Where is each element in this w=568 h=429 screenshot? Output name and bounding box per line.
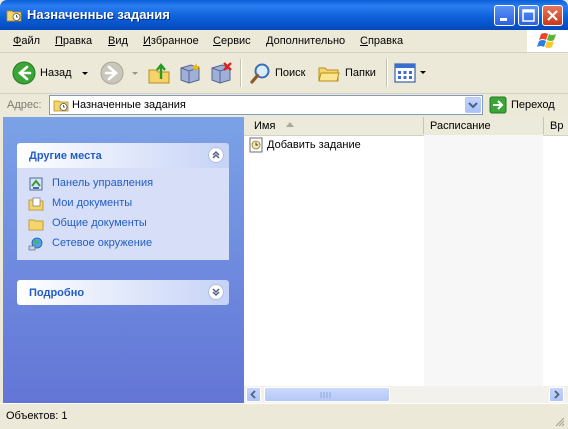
back-dropdown-icon bbox=[82, 72, 88, 75]
go-label: Переход bbox=[511, 99, 555, 111]
chevron-right-icon bbox=[554, 390, 560, 399]
other-places-title: Другие места bbox=[29, 150, 102, 162]
control-panel-icon bbox=[29, 177, 43, 191]
explorer-window: Назначенные задания Файл Правка Вид Избр… bbox=[0, 0, 568, 429]
details-title: Подробно bbox=[29, 287, 85, 299]
windows-flag-icon bbox=[537, 33, 556, 48]
status-bar: Объектов: 1 bbox=[0, 403, 568, 429]
menu-advanced[interactable]: Дополнительно bbox=[266, 35, 345, 47]
menu-view[interactable]: Вид bbox=[108, 35, 128, 47]
horizontal-scrollbar[interactable] bbox=[244, 386, 568, 403]
link-label: Сетевое окружение bbox=[52, 237, 153, 249]
toolbar-separator bbox=[240, 59, 242, 87]
status-text: Объектов: 1 bbox=[6, 410, 68, 422]
folders-label: Папки bbox=[345, 67, 376, 79]
maximize-icon bbox=[522, 9, 535, 22]
address-bar: Адрес: Назначенные задания Переход bbox=[0, 94, 568, 117]
scheduled-tasks-folder-icon bbox=[6, 10, 22, 22]
address-dropdown-button[interactable] bbox=[465, 97, 481, 113]
toolbar-separator bbox=[386, 59, 388, 87]
search-label: Поиск bbox=[275, 67, 306, 79]
link-network-places[interactable]: Сетевое окружение bbox=[17, 234, 229, 254]
back-arrow-icon bbox=[12, 61, 36, 85]
title-bar[interactable]: Назначенные задания bbox=[0, 0, 568, 30]
expand-button[interactable] bbox=[208, 284, 224, 300]
forward-dropdown-icon bbox=[132, 72, 138, 75]
menu-file[interactable]: Файл bbox=[13, 35, 40, 47]
folders-button[interactable]: Папки bbox=[315, 59, 381, 87]
address-label: Адрес: bbox=[7, 99, 42, 111]
new-task-button[interactable] bbox=[178, 61, 202, 85]
maximize-button[interactable] bbox=[518, 5, 539, 26]
link-my-documents[interactable]: Мои документы bbox=[17, 194, 229, 214]
list-item-label: Добавить задание bbox=[267, 139, 361, 151]
task-pane: Другие места Панель управления Мои докум… bbox=[3, 117, 244, 403]
menu-tools[interactable]: Сервис bbox=[213, 35, 251, 47]
close-button[interactable] bbox=[542, 5, 563, 26]
address-value: Назначенные задания bbox=[72, 99, 186, 111]
scroll-right-button[interactable] bbox=[549, 387, 564, 402]
delete-button[interactable] bbox=[209, 61, 233, 85]
content-area: Другие места Панель управления Мои докум… bbox=[3, 117, 568, 403]
menu-edit[interactable]: Правка bbox=[55, 35, 92, 47]
network-icon bbox=[28, 237, 43, 251]
column-header-row: Имя Расписание Вр bbox=[244, 117, 568, 136]
scrollbar-thumb[interactable] bbox=[264, 387, 390, 402]
search-button[interactable]: Поиск bbox=[247, 59, 309, 87]
delete-icon bbox=[211, 62, 232, 84]
standard-toolbar: Назад Поиск Папки bbox=[0, 53, 568, 94]
chevron-left-icon bbox=[250, 390, 256, 399]
my-documents-icon bbox=[28, 197, 44, 211]
grip-lines-icon bbox=[320, 392, 331, 398]
minimize-icon bbox=[500, 18, 507, 21]
other-places-header[interactable]: Другие места bbox=[17, 143, 229, 168]
menu-favorites[interactable]: Избранное bbox=[143, 35, 199, 47]
search-icon bbox=[250, 63, 270, 84]
folder-icon bbox=[28, 219, 44, 231]
resize-grip-icon[interactable] bbox=[553, 415, 565, 427]
column-header-schedule[interactable]: Расписание bbox=[424, 117, 544, 134]
chevron-down-icon bbox=[468, 102, 478, 109]
forward-button[interactable] bbox=[98, 59, 140, 87]
link-control-panel[interactable]: Панель управления bbox=[17, 174, 229, 194]
other-places-body: Панель управления Мои документы Общие до… bbox=[17, 168, 229, 260]
column-header-time[interactable]: Вр bbox=[544, 117, 568, 134]
add-task-icon bbox=[249, 137, 263, 153]
views-dropdown-icon bbox=[420, 71, 426, 74]
other-places-panel: Другие места Панель управления Мои докум… bbox=[17, 143, 229, 260]
up-folder-icon bbox=[148, 63, 170, 84]
scheduled-tasks-folder-icon bbox=[53, 100, 69, 112]
link-label: Панель управления bbox=[52, 177, 154, 189]
chevron-up-icon bbox=[212, 150, 220, 159]
collapse-button[interactable] bbox=[208, 147, 224, 163]
go-button[interactable]: Переход bbox=[488, 95, 564, 115]
column-header-name[interactable]: Имя bbox=[244, 117, 424, 134]
folders-icon bbox=[318, 67, 340, 82]
link-label: Мои документы bbox=[52, 197, 133, 209]
close-icon bbox=[547, 10, 558, 21]
link-shared-documents[interactable]: Общие документы bbox=[17, 214, 229, 234]
go-arrow-icon bbox=[489, 96, 507, 114]
details-header[interactable]: Подробно bbox=[17, 280, 229, 305]
sorted-column-highlight bbox=[424, 135, 543, 386]
file-list: Имя Расписание Вр Добавить задание bbox=[244, 117, 568, 403]
window-title: Назначенные задания bbox=[27, 7, 170, 22]
address-field[interactable]: Назначенные задания bbox=[49, 95, 483, 115]
details-panel: Подробно bbox=[17, 280, 229, 305]
chevron-down-icon bbox=[212, 288, 220, 297]
back-label: Назад bbox=[40, 67, 72, 79]
scroll-left-button[interactable] bbox=[246, 387, 261, 402]
windows-logo bbox=[527, 30, 568, 52]
menu-help[interactable]: Справка bbox=[360, 35, 403, 47]
new-task-icon bbox=[180, 63, 200, 84]
back-button[interactable]: Назад bbox=[10, 59, 90, 87]
link-label: Общие документы bbox=[52, 217, 147, 229]
sort-ascending-icon bbox=[286, 122, 294, 127]
menu-bar: Файл Правка Вид Избранное Сервис Дополни… bbox=[0, 30, 568, 53]
minimize-button[interactable] bbox=[494, 5, 515, 26]
forward-arrow-icon bbox=[100, 61, 124, 85]
views-icon bbox=[394, 63, 416, 83]
views-button[interactable] bbox=[393, 61, 429, 85]
up-folder-button[interactable] bbox=[147, 61, 171, 85]
